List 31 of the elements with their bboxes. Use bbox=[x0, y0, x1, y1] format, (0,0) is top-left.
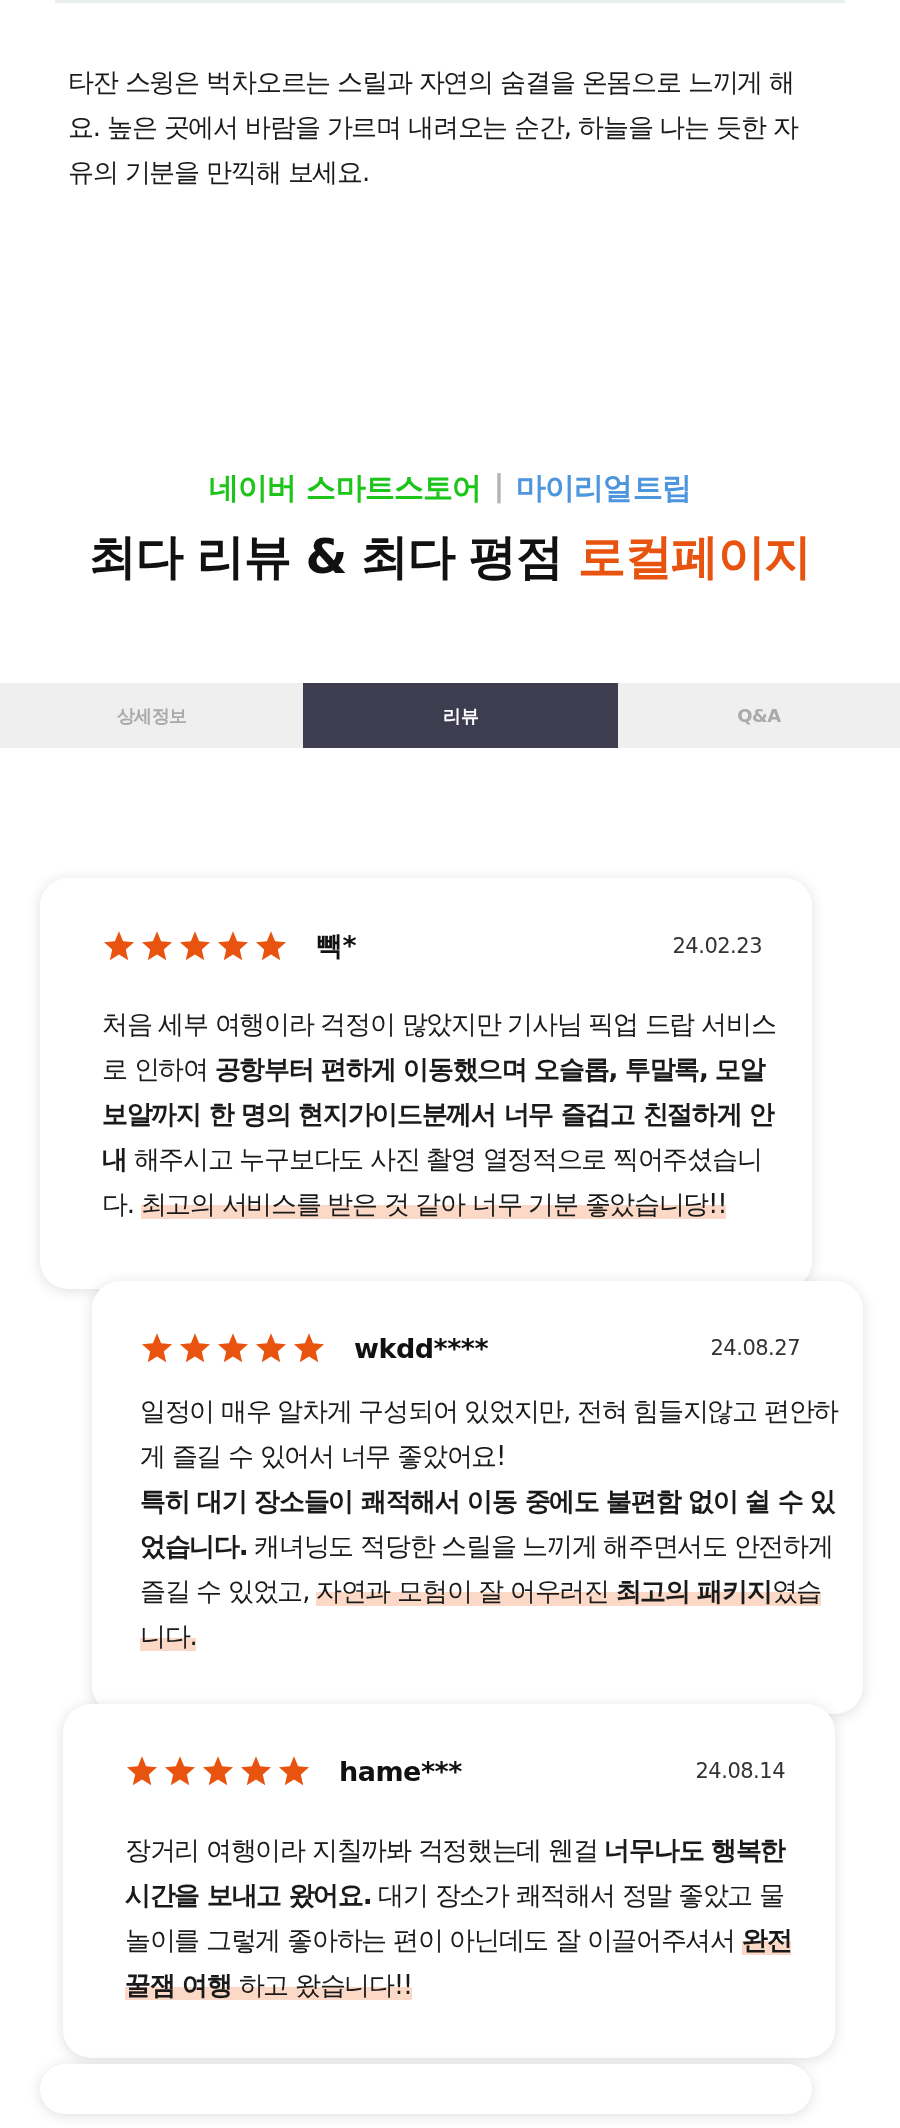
review-date: 24.08.14 bbox=[695, 1759, 785, 1783]
review-date: 24.02.23 bbox=[672, 934, 762, 958]
star-icon bbox=[178, 1331, 212, 1365]
review-text: 장거리 여행이라 지칠까봐 걱정했는데 웬걸 너무나도 행복한 시간을 보내고 왔어요. 대기 장소가 쾌적해서 정말 좋았고 물놀이를 그렇게 좋아하는 편이 아닌데도 잘 이끌어주셔서 완전 꿀잼 여행 하고 왔습니다!! bbox=[125, 1834, 793, 2002]
star-icon bbox=[140, 1331, 174, 1365]
star-icon bbox=[125, 1754, 159, 1788]
tab[interactable]: 리뷰 bbox=[303, 683, 618, 748]
star-icon bbox=[163, 1754, 197, 1788]
brand-name: 마이리얼트립 bbox=[515, 469, 691, 507]
review-date: 24.08.27 bbox=[710, 1336, 800, 1360]
star-icon bbox=[216, 929, 250, 963]
reviewer-name: 빽* bbox=[316, 929, 357, 963]
heading-title: 로컬페이지 bbox=[578, 527, 811, 586]
reviewer-name: hame*** bbox=[339, 1755, 462, 1787]
star-icon bbox=[102, 929, 136, 963]
star-icon bbox=[178, 929, 212, 963]
intro-paragraph: 타잔 스윙은 벅차오르는 스릴과 자연의 숨결을 온몸으로 느끼게 해요. 높은 곳에서 바람을 가르며 내려오는 순간, 하늘을 나는 듯한 자유의 기분을 만끽해 보세요. bbox=[68, 66, 800, 189]
review-text: 일정이 매우 알차게 구성되어 있었지만, 전혀 힘들지않고 편안하게 즐길 수 있어서 너무 좋았어요! 특히 대기 장소들이 쾌적해서 이동 중에도 불편함 없이 쉴 수 있었습니다. 캐녀닝도 적당한 스릴을 느끼게 해주면서도 안전하게 즐길 수 있었고, 자연과 모험이 잘 어우러진 최고의 패키지였습니다. bbox=[140, 1395, 840, 1653]
star-icon bbox=[239, 1754, 273, 1788]
star-icon bbox=[216, 1331, 250, 1365]
star-icon bbox=[201, 1754, 235, 1788]
star-icon bbox=[140, 929, 174, 963]
separator: | bbox=[493, 468, 504, 506]
heading-title: 최다 리뷰 & 최다 평점 bbox=[89, 527, 563, 586]
reviewer-name: wkdd**** bbox=[354, 1332, 489, 1364]
star-icon bbox=[254, 929, 288, 963]
brand-name: 네이버 스마트스토어 bbox=[209, 469, 482, 507]
star-icon bbox=[277, 1754, 311, 1788]
star-icon bbox=[292, 1331, 326, 1365]
star-icon bbox=[254, 1331, 288, 1365]
review-text: 처음 세부 여행이라 걱정이 많았지만 기사님 픽업 드랍 서비스로 인하여 공항부터 편하게 이동했으며 오슬롭, 투말록, 모알보알까지 한 명의 현지가이드분께서 너무 즐겁고 친절하게 안내 해주시고 누구보다도 사진 촬영 열정적으로 찍어주셨습니다. 최고의 서비스를 받은 것 같아 너무 기분 좋았습니당!! bbox=[102, 1008, 777, 1221]
